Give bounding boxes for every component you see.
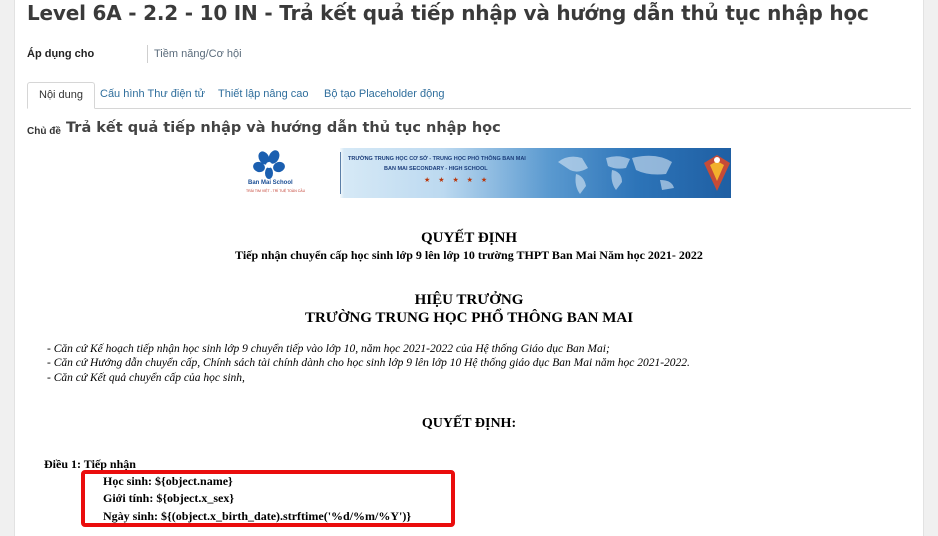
- basis-line: - Căn cứ Kết quả chuyển cấp của học sinh…: [47, 372, 245, 384]
- banner-divider: [340, 152, 341, 194]
- tab-email-config[interactable]: Cấu hình Thư điện tử: [89, 82, 216, 107]
- subject-label: Chủ đề: [27, 126, 61, 137]
- tab-advanced-settings[interactable]: Thiết lập nâng cao: [207, 82, 320, 107]
- apply-to-field[interactable]: Tiềm năng/Cơ hội: [147, 45, 242, 63]
- decision-heading: QUYẾT ĐỊNH: [421, 230, 517, 246]
- form-sheet: Level 6A - 2.2 - 10 IN - Trả kết quả tiế…: [14, 0, 924, 536]
- decision-subheading: Tiếp nhận chuyển cấp học sinh lớp 9 lên …: [235, 248, 703, 262]
- world-map-icon: [558, 155, 674, 194]
- school-logo-name: Ban Mai School: [248, 180, 293, 186]
- school-emblem-icon: [704, 155, 730, 191]
- decision-label: QUYẾT ĐỊNH:: [421, 416, 517, 431]
- flower-logo-icon: [253, 150, 285, 179]
- tab-bar: Nội dung Cấu hình Thư điện tử Thiết lập …: [27, 82, 911, 109]
- highlight-box: [81, 470, 455, 527]
- banner-school-subtitle: BAN MAI SECONDARY - HIGH SCHOOL: [384, 166, 488, 172]
- school-logo-tagline: TRÁI TIM VIỆT - TRÍ TUỆ TOÀN CẦU: [246, 189, 306, 193]
- basis-line: - Căn cứ Hướng dẫn chuyển cấp, Chính sác…: [47, 357, 690, 369]
- page-title: Level 6A - 2.2 - 10 IN - Trả kết quả tiế…: [27, 1, 869, 25]
- banner-stars: ★ ★ ★ ★ ★: [424, 177, 491, 184]
- tab-placeholder-builder[interactable]: Bộ tạo Placeholder động: [313, 82, 455, 107]
- subject-field[interactable]: Trả kết quả tiếp nhập và hướng dẫn thủ t…: [66, 120, 501, 136]
- banner-school-title: TRƯỜNG TRUNG HỌC CƠ SỞ - TRUNG HỌC PHỔ T…: [348, 156, 526, 162]
- school-logo: Ban Mai School TRÁI TIM VIỆT - TRÍ TUỆ T…: [208, 148, 340, 198]
- school-banner: Ban Mai School TRÁI TIM VIỆT - TRÍ TUỆ T…: [208, 148, 731, 198]
- apply-to-label: Áp dụng cho: [27, 48, 95, 60]
- school-heading: TRƯỜNG TRUNG HỌC PHỔ THÔNG BAN MAI: [304, 310, 634, 326]
- basis-line: - Căn cứ Kế hoạch tiếp nhận học sinh lớp…: [47, 343, 610, 355]
- tab-content[interactable]: Nội dung: [27, 82, 96, 109]
- authority-heading: HIỆU TRƯỞNG: [414, 292, 524, 308]
